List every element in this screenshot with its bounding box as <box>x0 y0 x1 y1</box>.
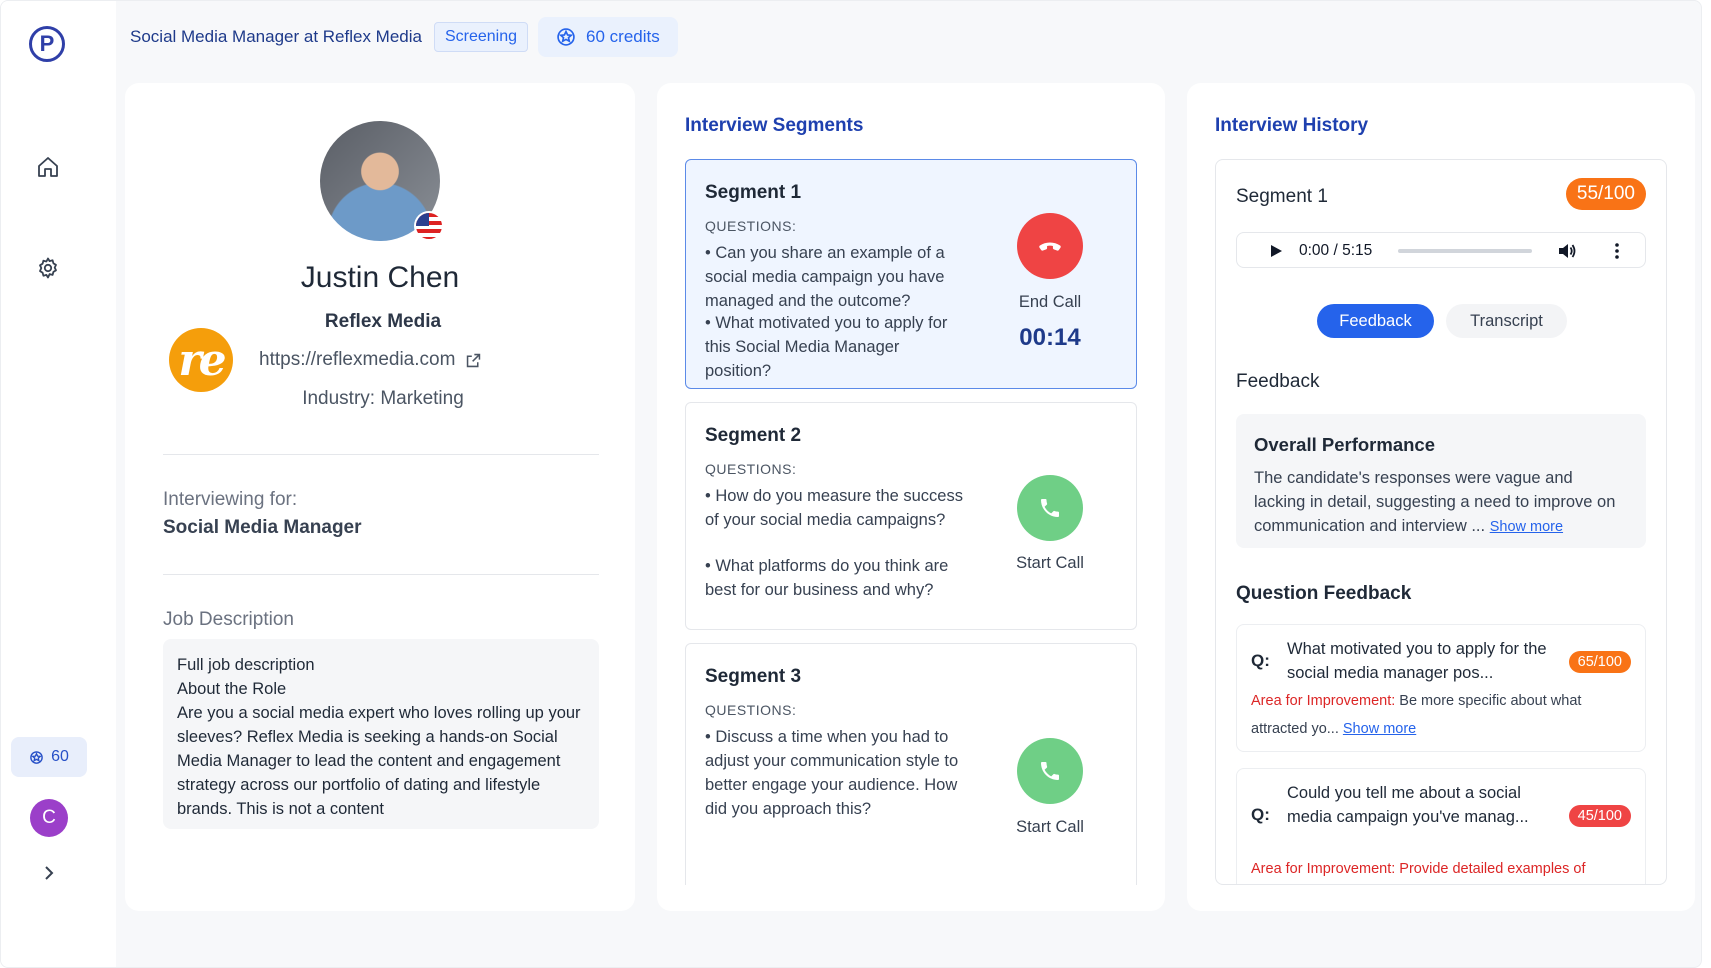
interview-segments-card: Interview Segments Segment 1 QUESTIONS: … <box>657 83 1165 911</box>
sidebar-credits-value: 60 <box>51 748 69 765</box>
improvement-note: Area for Improvement: Be more specific a… <box>1251 687 1631 743</box>
start-call-button[interactable] <box>1017 738 1083 804</box>
segment-title: Segment 3 <box>705 666 802 687</box>
phone-hangup-icon <box>1039 242 1061 251</box>
app-window: P 60 C Social Media Manager at Reflex Me… <box>0 0 1702 968</box>
credit-icon <box>557 28 575 46</box>
sidebar: P 60 C <box>1 1 116 967</box>
improvement-note: Area for Improvement: Provide detailed e… <box>1251 855 1631 883</box>
question-label: Q: <box>1251 651 1270 670</box>
job-description-line: About the Role <box>177 680 287 698</box>
questions-label: QUESTIONS: <box>705 218 797 234</box>
segment-question: • How do you measure the success of your… <box>705 487 963 529</box>
chevron-right-icon[interactable] <box>39 863 59 883</box>
show-more-link[interactable]: Show more <box>1490 519 1563 535</box>
history-title: Interview History <box>1215 115 1369 136</box>
play-icon[interactable] <box>1269 244 1283 258</box>
job-description-box[interactable]: Full job description About the Role Are … <box>163 639 599 829</box>
question-score-badge: 45/100 <box>1568 805 1631 827</box>
question-feedback-card[interactable]: Q: Could you tell me about a social medi… <box>1236 768 1646 884</box>
company-logo-text: re <box>178 334 226 386</box>
phone-icon <box>1041 499 1059 517</box>
question-text: Could you tell me about a social media c… <box>1287 784 1529 826</box>
segment-title: Segment 2 <box>705 425 802 446</box>
player-progress-bar[interactable] <box>1398 249 1532 253</box>
phone-icon <box>1041 762 1059 780</box>
end-call-button[interactable] <box>1017 213 1083 279</box>
start-call-label: Start Call <box>1016 818 1084 836</box>
interview-history-card: Interview History Segment 1 55/100 0:00 … <box>1187 83 1695 911</box>
us-flag-icon <box>414 211 444 241</box>
questions-label: QUESTIONS: <box>705 461 797 477</box>
job-description-line: Full job description <box>177 656 315 674</box>
user-avatar[interactable]: C <box>30 799 68 837</box>
status-badge: Screening <box>433 22 529 52</box>
start-call-label: Start Call <box>1016 554 1084 572</box>
credit-icon <box>30 750 43 764</box>
volume-icon[interactable] <box>1557 241 1577 261</box>
segment-question: • Can you share an example of a social m… <box>705 244 945 310</box>
credits-badge[interactable]: 60 credits <box>538 17 678 57</box>
segment-card-1[interactable]: Segment 1 QUESTIONS: • Can you share an … <box>685 159 1137 389</box>
improvement-label: Area for Improvement: <box>1251 861 1396 877</box>
candidate-avatar <box>320 121 444 241</box>
app-logo[interactable]: P <box>29 26 65 62</box>
segments-list[interactable]: Segment 1 QUESTIONS: • Can you share an … <box>685 159 1137 885</box>
question-label: Q: <box>1251 805 1270 824</box>
segment-question: • What motivated you to apply for this S… <box>705 314 948 380</box>
show-more-link[interactable]: Show more <box>1343 721 1416 737</box>
job-title: Social Media Manager at Reflex Media <box>130 27 422 46</box>
more-vertical-icon[interactable] <box>1607 241 1627 261</box>
questions-label: QUESTIONS: <box>705 702 797 718</box>
interviewing-role: Social Media Manager <box>163 517 362 538</box>
tab-feedback[interactable]: Feedback <box>1317 304 1434 338</box>
segment-question: • Discuss a time when you had to adjust … <box>705 728 959 818</box>
start-call-button[interactable] <box>1017 475 1083 541</box>
question-score-badge: 65/100 <box>1568 651 1631 673</box>
overall-performance-text: The candidate's responses were vague and… <box>1254 466 1628 539</box>
user-initial: C <box>42 807 56 828</box>
player-time: 0:00 / 5:15 <box>1299 242 1373 259</box>
call-timer: 00:14 <box>1019 324 1081 351</box>
company-url: https://reflexmedia.com <box>259 349 456 370</box>
candidate-name: Justin Chen <box>300 261 460 294</box>
segment-question: • What platforms do you think are best f… <box>705 557 949 599</box>
candidate-profile-card: Justin Chen Reflex Media re https://refl… <box>125 83 635 911</box>
tab-transcript[interactable]: Transcript <box>1446 304 1567 338</box>
feedback-heading: Feedback <box>1236 371 1320 392</box>
segment-title: Segment 1 <box>705 182 802 203</box>
job-description-line: Are you a social media expert who loves … <box>177 704 586 818</box>
divider <box>163 574 599 575</box>
sidebar-credits[interactable]: 60 <box>11 737 87 777</box>
overall-performance-title: Overall Performance <box>1254 434 1435 455</box>
external-link-icon <box>467 353 481 367</box>
logo-letter: P <box>39 31 55 56</box>
company-url-link[interactable]: https://reflexmedia.com <box>259 349 482 371</box>
home-icon[interactable] <box>36 155 60 179</box>
history-segment-title: Segment 1 <box>1236 186 1328 207</box>
improvement-text: Provide detailed examples of <box>1399 861 1586 877</box>
gear-icon[interactable] <box>36 256 60 280</box>
overall-performance-box: Overall Performance The candidate's resp… <box>1236 414 1646 548</box>
segment-score-badge: 55/100 <box>1565 178 1646 210</box>
question-text: What motivated you to apply for the soci… <box>1287 640 1547 682</box>
segment-card-3[interactable]: Segment 3 QUESTIONS: • Discuss a time wh… <box>685 643 1137 885</box>
job-description-label: Job Description <box>163 609 294 630</box>
segment-card-2[interactable]: Segment 2 QUESTIONS: • How do you measur… <box>685 402 1137 630</box>
company-logo: re <box>169 328 233 392</box>
question-feedback-card[interactable]: Q: What motivated you to apply for the s… <box>1236 624 1646 752</box>
segments-title: Interview Segments <box>685 115 864 136</box>
divider <box>163 454 599 455</box>
end-call-label: End Call <box>1018 293 1082 311</box>
history-panel[interactable]: Segment 1 55/100 0:00 / 5:15 Feedback Tr… <box>1215 159 1667 885</box>
top-bar: Social Media Manager at Reflex Media Scr… <box>130 17 678 57</box>
company-industry: Industry: Marketing <box>302 388 464 409</box>
credits-value: 60 credits <box>586 27 660 46</box>
audio-player: 0:00 / 5:15 <box>1236 232 1646 268</box>
interviewing-for-label: Interviewing for: <box>163 489 298 510</box>
improvement-label: Area for Improvement: <box>1251 693 1396 709</box>
question-feedback-heading: Question Feedback <box>1236 583 1412 604</box>
